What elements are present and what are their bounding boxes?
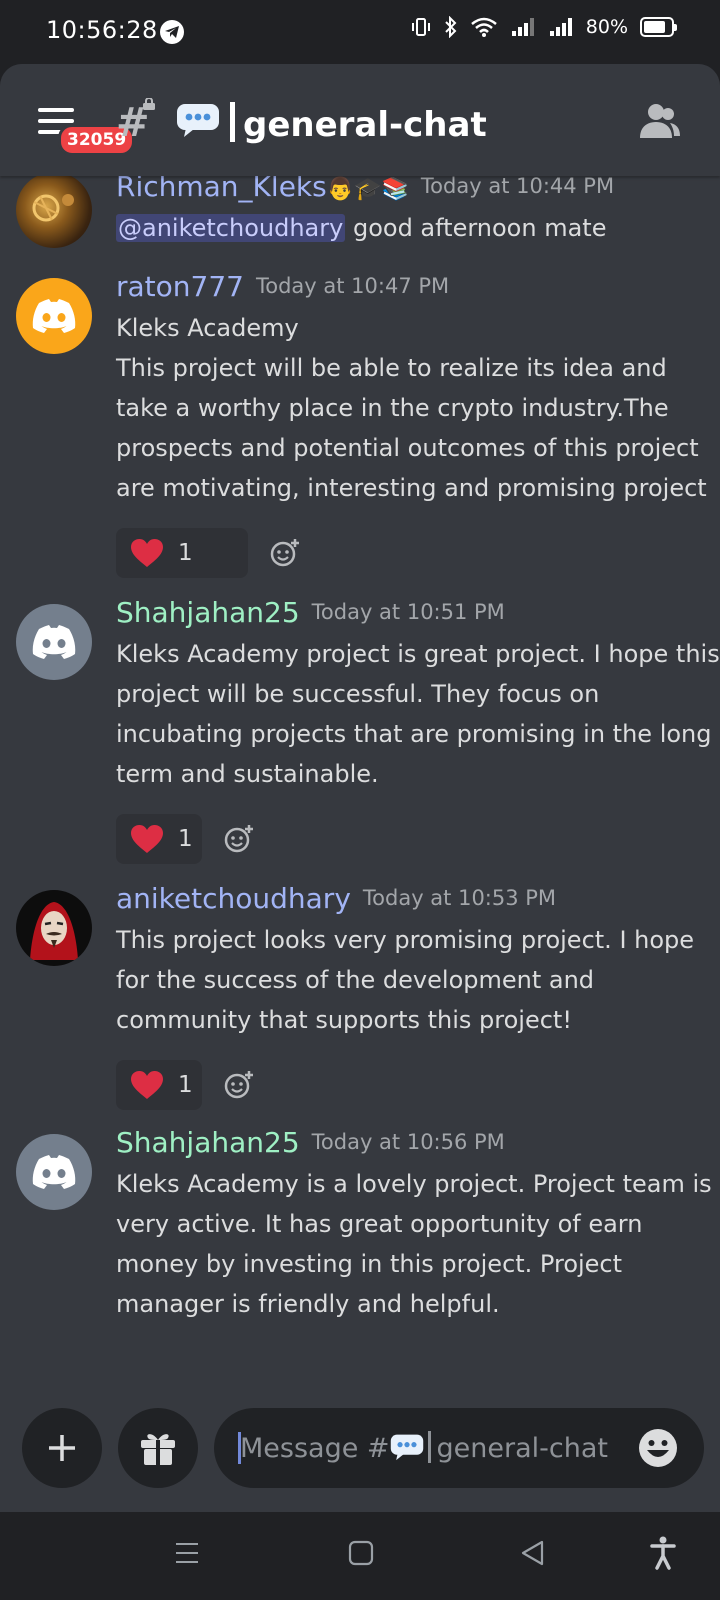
vibrate-icon (411, 18, 430, 36)
battery-icon (640, 17, 677, 37)
reaction-count: 1 (178, 540, 193, 566)
system-navigation-bar (0, 1512, 720, 1600)
avatar[interactable] (16, 890, 92, 966)
user-mention[interactable]: @aniketchoudhary (116, 214, 346, 242)
message-composer: Message # general-chat (0, 1384, 720, 1512)
message-text: @aniketchoudhary good afternoon mate (116, 214, 606, 242)
message-timestamp: Today at 10:44 PM (420, 174, 615, 198)
heart-reaction[interactable]: 1 (116, 528, 248, 578)
message-placeholder: Message # general-chat (240, 1431, 608, 1464)
message-timestamp: Today at 10:53 PM (362, 886, 557, 910)
avatar[interactable] (16, 172, 92, 248)
message-line: good afternoon mate (352, 214, 607, 242)
discord-app: 32059 # general-chat Richman_Kleks👨🎓📚 Tod… (0, 64, 720, 1512)
message-line: Kleks Academy project is great project. … (116, 640, 720, 668)
channel-title: general-chat (230, 102, 487, 145)
message-line: manager is friendly and helpful. (116, 1290, 500, 1318)
gift-icon (141, 1434, 175, 1465)
signal-icon (511, 18, 534, 36)
battery-level (644, 21, 665, 33)
add-reaction-icon[interactable] (224, 1070, 254, 1100)
avatar[interactable] (16, 604, 92, 680)
message-input[interactable]: Message # general-chat (214, 1408, 704, 1488)
gift-button[interactable] (118, 1408, 198, 1488)
message-line: community that supports this project! (116, 1006, 572, 1034)
message-author[interactable]: Shahjahan25 Today at 10:56 PM (116, 1126, 505, 1159)
author-name[interactable]: aniketchoudhary (116, 882, 351, 915)
placeholder-channel: general-chat (436, 1433, 608, 1464)
discord-logo-icon (32, 299, 76, 333)
message-line: are motivating, interesting and promisin… (116, 474, 707, 502)
status-bar: 10:56:28 80% (0, 0, 720, 64)
lock-icon (143, 98, 155, 110)
add-reaction-icon[interactable] (224, 824, 254, 854)
heart-icon (131, 825, 163, 853)
members-icon[interactable] (638, 102, 682, 140)
author-name[interactable]: raton777 (116, 270, 244, 303)
message-line: term and sustainable. (116, 760, 379, 788)
recent-apps-icon[interactable] (174, 1540, 200, 1566)
add-attachment-button[interactable] (22, 1408, 102, 1488)
message-line: project will be successful. They focus o… (116, 680, 600, 708)
clock: 10:56:28 (46, 16, 158, 44)
message-timestamp: Today at 10:47 PM (255, 274, 450, 298)
author-name[interactable]: Shahjahan25 (116, 596, 300, 629)
home-icon[interactable] (348, 1540, 374, 1566)
message-timestamp: Today at 10:56 PM (311, 1130, 505, 1154)
message-line: Kleks Academy (116, 314, 299, 342)
message-line: very active. It has great opportunity of… (116, 1210, 643, 1238)
heart-reaction[interactable]: 1 (116, 1060, 202, 1110)
message-list: Richman_Kleks👨🎓📚 Today at 10:44 PM @anike… (0, 170, 720, 1376)
channel-header: 32059 # general-chat (0, 64, 720, 176)
message-line: for the success of the development and (116, 966, 595, 994)
heart-icon (131, 539, 163, 567)
avatar[interactable] (16, 278, 92, 354)
message-author[interactable]: aniketchoudhary Today at 10:53 PM (116, 882, 556, 915)
author-name[interactable]: Shahjahan25 (116, 1126, 300, 1159)
add-reaction-icon[interactable] (270, 538, 300, 568)
wifi-icon (470, 17, 497, 37)
message-line: Kleks Academy is a lovely project. Proje… (116, 1170, 712, 1198)
speech-balloon-icon (177, 104, 219, 137)
message-line: money by investing in this project. Proj… (116, 1250, 623, 1278)
placeholder-prefix: Message # (240, 1433, 390, 1464)
accessibility-icon[interactable] (650, 1536, 676, 1570)
message-line: prospects and potential outcomes of this… (116, 434, 699, 462)
heart-reaction[interactable]: 1 (116, 814, 202, 864)
plus-icon (49, 1435, 75, 1461)
reaction-count: 1 (178, 1072, 193, 1098)
message-author[interactable]: raton777 Today at 10:47 PM (116, 270, 449, 303)
message-line: incubating projects that are promising i… (116, 720, 712, 748)
author-emoji: 👨🎓📚 (326, 177, 409, 202)
bluetooth-icon (445, 16, 457, 38)
status-icons: 80% (410, 16, 677, 38)
message-line: take a worthy place in the crypto indust… (116, 394, 669, 422)
message-timestamp: Today at 10:51 PM (311, 600, 505, 624)
message-line: This project will be able to realize its… (116, 354, 667, 382)
battery-percent: 80% (585, 16, 628, 38)
heart-icon (131, 1071, 163, 1099)
speech-balloon-icon (390, 1434, 423, 1461)
message-line: This project looks very promising projec… (116, 926, 695, 954)
message-author[interactable]: Shahjahan25 Today at 10:51 PM (116, 596, 505, 629)
telegram-icon (160, 20, 184, 44)
reaction-count: 1 (178, 826, 193, 852)
signal-icon-2 (549, 18, 572, 36)
avatar[interactable] (16, 1134, 92, 1210)
discord-logo-icon (32, 1155, 76, 1189)
discord-logo-icon (32, 625, 76, 659)
back-icon[interactable] (520, 1540, 546, 1566)
emoji-picker-icon[interactable] (638, 1428, 678, 1468)
channel-title-text: general-chat (243, 105, 487, 145)
